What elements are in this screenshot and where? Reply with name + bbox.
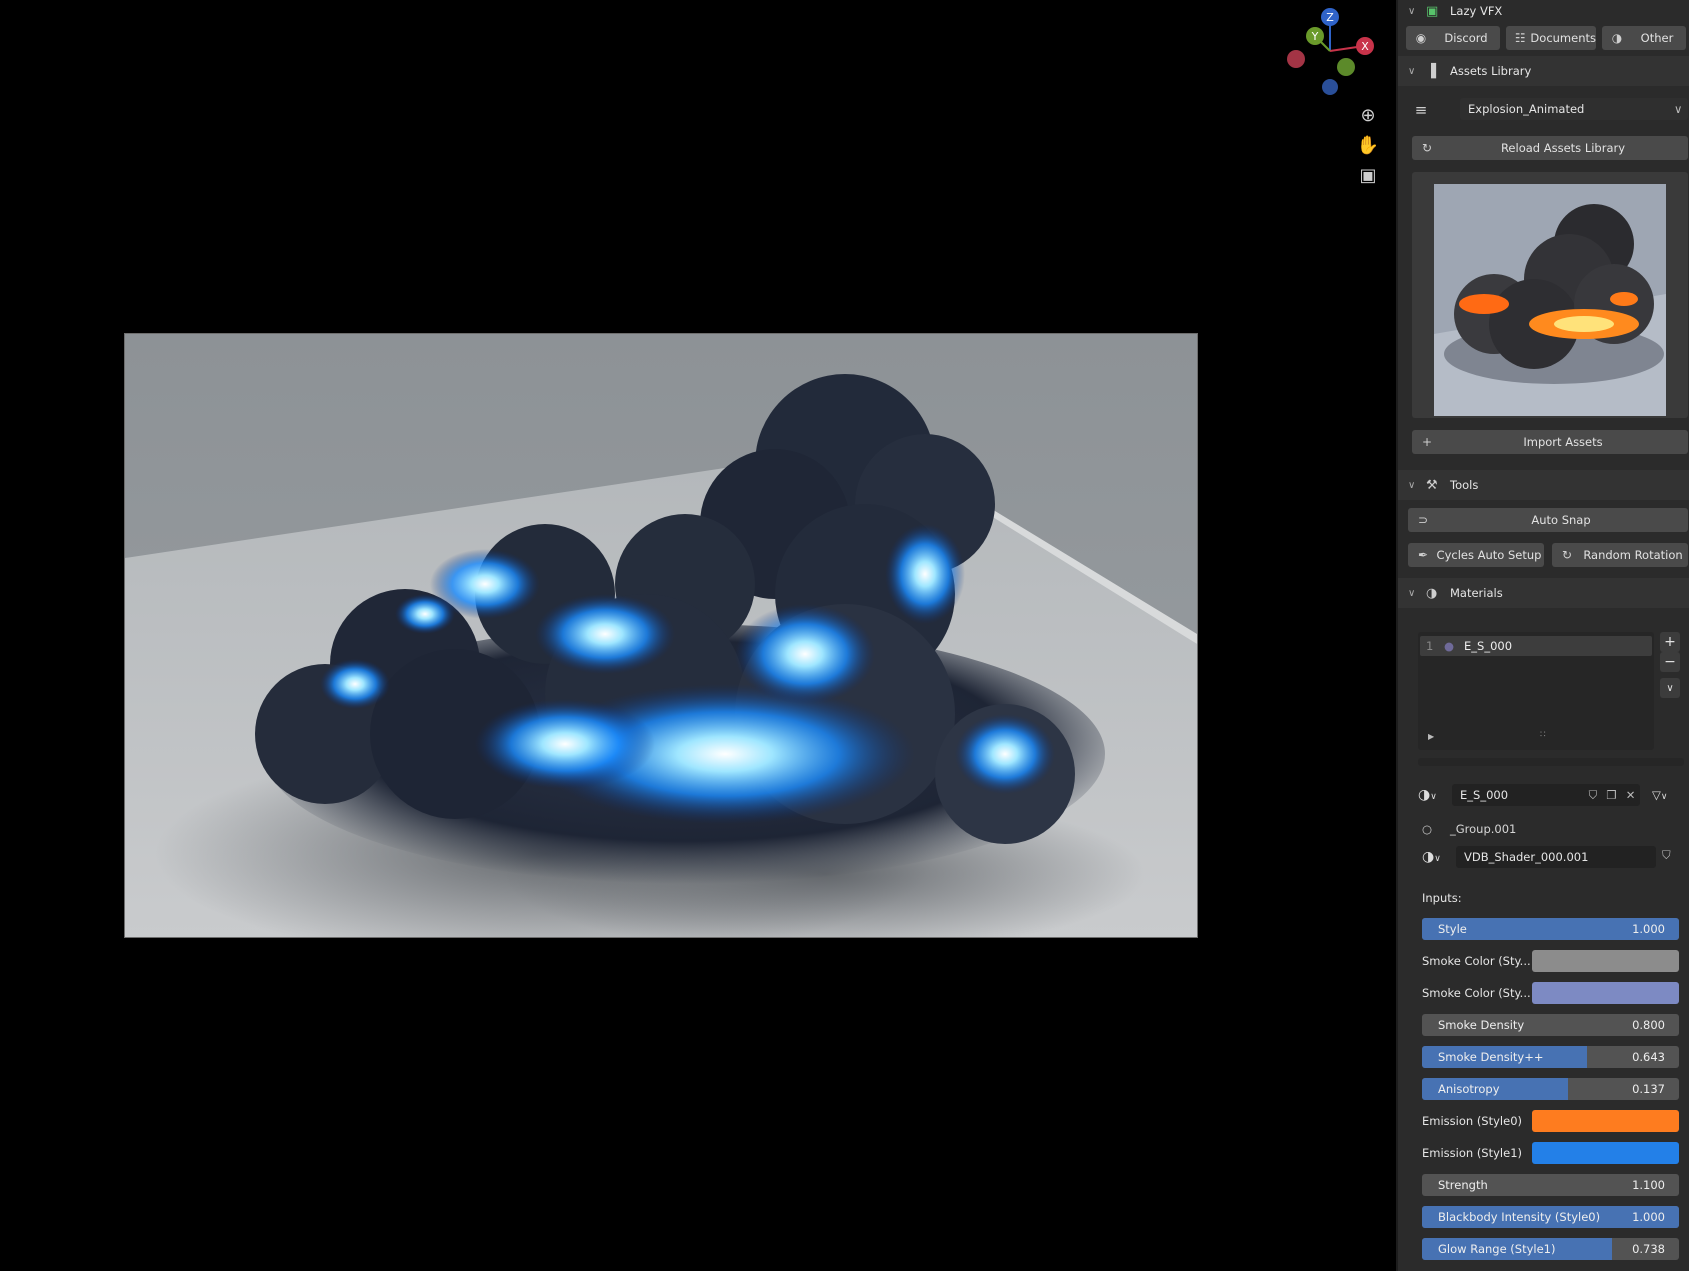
smoke-color-0-swatch[interactable]	[1532, 950, 1679, 972]
rotate-icon: ↻	[1561, 548, 1573, 562]
smoke-color-1-label: Smoke Color (Sty...	[1422, 986, 1531, 1000]
assets-library-header[interactable]: ∨ ▐ Assets Library	[1398, 56, 1689, 86]
smoke-color-0-label: Smoke Color (Sty...	[1422, 954, 1531, 968]
globe-icon: ◑	[1611, 31, 1623, 45]
asset-preview-thumbnail[interactable]	[1434, 184, 1666, 416]
tools-header[interactable]: ∨ ⚒ Tools	[1398, 470, 1689, 500]
material-slot-icon: ●	[1444, 639, 1455, 653]
discord-button[interactable]: ◉ Discord	[1406, 26, 1500, 50]
3d-viewport[interactable]: Z Y X ⊕ ✋ ▣	[0, 0, 1396, 1271]
plus-icon: +	[1664, 634, 1676, 650]
emission-style0-label: Emission (Style0)	[1422, 1114, 1522, 1128]
filter-icon: ▽	[1652, 788, 1661, 802]
emission-style0-swatch[interactable]	[1532, 1110, 1679, 1132]
neg-y-axis-icon[interactable]	[1337, 58, 1355, 76]
auto-snap-button[interactable]: ⊃ Auto Snap	[1408, 508, 1688, 532]
svg-text:Z: Z	[1326, 11, 1334, 24]
smoke-density-slider[interactable]: Smoke Density 0.800	[1422, 1014, 1679, 1036]
lazy-vfx-logo-icon: ▣	[1426, 3, 1439, 19]
duplicate-icon[interactable]: ❐	[1606, 788, 1616, 802]
lazy-vfx-title: Lazy VFX	[1450, 4, 1503, 18]
asset-dropdown[interactable]: Explosion_Animated ∨	[1460, 98, 1688, 120]
glow-range-slider[interactable]: Glow Range (Style1) 0.738	[1422, 1238, 1679, 1260]
emission-style1-swatch[interactable]	[1532, 1142, 1679, 1164]
divider	[1418, 758, 1684, 766]
smoke-density-plus-slider[interactable]: Smoke Density++ 0.643	[1422, 1046, 1679, 1068]
chevron-down-icon: ∨	[1430, 792, 1437, 802]
material-sphere-icon: ◑	[1418, 787, 1431, 803]
node-tree-icon: ◑	[1422, 849, 1435, 865]
documents-icon: ☷	[1514, 31, 1526, 45]
assets-library-icon: ▐	[1426, 63, 1436, 79]
camera-icon[interactable]: ▣	[1356, 164, 1380, 188]
shader-browse-button[interactable]: ◑∨	[1422, 846, 1456, 868]
add-slot-button[interactable]: +	[1660, 632, 1680, 652]
expand-arrow-icon[interactable]: ▶	[1428, 732, 1434, 741]
chevron-down-icon: ∨	[1434, 854, 1441, 864]
style-slider[interactable]: Style 1.000	[1422, 918, 1679, 940]
remove-slot-button[interactable]: −	[1660, 652, 1680, 672]
chevron-down-icon[interactable]: ∨	[1408, 66, 1418, 77]
cycles-auto-setup-button[interactable]: ✒ Cycles Auto Setup	[1408, 543, 1544, 567]
menu-button[interactable]: ≡	[1410, 98, 1436, 122]
tools-icon: ⚒	[1426, 477, 1438, 493]
hamburger-menu-icon: ≡	[1414, 101, 1428, 119]
plus-icon: +	[1421, 435, 1433, 449]
inputs-label: Inputs:	[1422, 891, 1462, 905]
resize-grip-icon[interactable]: ∷	[1540, 730, 1546, 740]
chevron-down-icon[interactable]: ∨	[1408, 588, 1418, 599]
shader-name-field[interactable]: VDB_Shader_000.001	[1456, 846, 1656, 868]
pan-hand-icon[interactable]: ✋	[1356, 134, 1380, 158]
node-filter-button[interactable]: ▽∨	[1652, 784, 1682, 806]
neg-x-axis-icon[interactable]	[1287, 50, 1305, 68]
material-slot-row[interactable]: 1 ● E_S_000	[1420, 636, 1652, 656]
node-group-icon: ○	[1422, 822, 1433, 836]
slot-specials-button[interactable]: ∨	[1660, 678, 1680, 698]
chevron-down-icon: ∨	[1674, 102, 1683, 116]
smoke-color-1-swatch[interactable]	[1532, 982, 1679, 1004]
fake-user-shield-icon[interactable]: ⛉	[1662, 848, 1671, 863]
material-actions: ⛉ ❐ ✕	[1584, 784, 1640, 806]
emission-style1-label: Emission (Style1)	[1422, 1146, 1522, 1160]
node-group-row[interactable]: ○ _Group.001	[1422, 818, 1516, 840]
lazy-vfx-header[interactable]: ∨ ▣ Lazy VFX	[1398, 0, 1689, 22]
minus-icon: −	[1664, 654, 1676, 670]
asset-preview-frame	[1412, 172, 1688, 418]
materials-header[interactable]: ∨ ◑ Materials	[1398, 578, 1689, 608]
chevron-down-icon: ∨	[1666, 682, 1674, 694]
discord-icon: ◉	[1415, 31, 1427, 45]
shield-icon[interactable]: ⛉	[1589, 788, 1598, 803]
material-slots-list[interactable]: 1 ● E_S_000 ▶ ∷	[1418, 632, 1654, 750]
magnet-icon: ⊃	[1417, 513, 1429, 527]
orientation-gizmo[interactable]: Z Y X	[1280, 6, 1390, 100]
neg-z-axis-icon[interactable]	[1322, 79, 1338, 95]
material-sphere-icon: ◑	[1426, 585, 1438, 601]
chevron-down-icon[interactable]: ∨	[1408, 480, 1418, 491]
material-browse-button[interactable]: ◑∨	[1418, 784, 1452, 806]
blackbody-intensity-slider[interactable]: Blackbody Intensity (Style0) 1.000	[1422, 1206, 1679, 1228]
other-button[interactable]: ◑ Other	[1602, 26, 1686, 50]
anisotropy-slider[interactable]: Anisotropy 0.137	[1422, 1078, 1679, 1100]
import-assets-button[interactable]: + Import Assets	[1412, 430, 1688, 454]
sidebar-n-panel[interactable]: ∨ ▣ Lazy VFX ◉ Discord ☷ Documents ◑ Oth…	[1396, 0, 1689, 1271]
chevron-down-icon: ∨	[1660, 792, 1668, 802]
refresh-icon: ↻	[1421, 141, 1433, 155]
documents-button[interactable]: ☷ Documents	[1506, 26, 1596, 50]
svg-text:Y: Y	[1311, 30, 1319, 43]
zoom-icon[interactable]: ⊕	[1356, 104, 1380, 128]
strength-slider[interactable]: Strength 1.100	[1422, 1174, 1679, 1196]
explosion-render	[125, 334, 1197, 937]
close-icon[interactable]: ✕	[1626, 788, 1636, 802]
wrench-icon: ✒	[1417, 548, 1429, 562]
chevron-down-icon[interactable]: ∨	[1408, 6, 1418, 17]
reload-assets-library-button[interactable]: ↻ Reload Assets Library	[1412, 136, 1688, 160]
random-rotation-button[interactable]: ↻ Random Rotation	[1552, 543, 1688, 567]
svg-text:X: X	[1361, 40, 1369, 53]
camera-render-frame	[124, 333, 1198, 938]
